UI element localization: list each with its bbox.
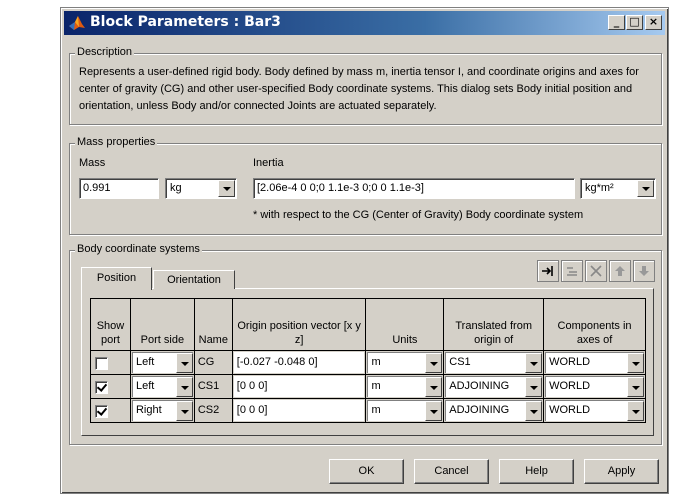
- inertia-field[interactable]: [2.06e-4 0 0;0 1.1e-3 0;0 0 1.1e-3]: [253, 178, 575, 199]
- help-button[interactable]: Help: [499, 459, 574, 484]
- units-select[interactable]: m: [367, 352, 443, 373]
- close-button[interactable]: ×: [645, 15, 662, 30]
- translated-select[interactable]: ADJOINING: [445, 376, 543, 397]
- col-components: Components in axes of: [543, 298, 646, 351]
- components-select[interactable]: WORLD: [545, 400, 644, 421]
- col-origin: Origin position vector [x y z]: [231, 298, 367, 351]
- chevron-down-icon[interactable]: [425, 377, 443, 397]
- chevron-down-icon[interactable]: [218, 180, 235, 197]
- close-icon: [590, 265, 602, 277]
- units-value: m: [371, 404, 381, 416]
- delete-row-button[interactable]: [561, 260, 583, 282]
- window-title: Block Parameters : Bar3: [90, 14, 281, 30]
- title-bar[interactable]: Block Parameters : Bar3 _ □ ×: [64, 11, 665, 35]
- port-side-select[interactable]: Left: [131, 376, 193, 397]
- units-select[interactable]: m: [367, 376, 443, 397]
- inertia-note: * with respect to the CG (Center of Grav…: [253, 209, 584, 221]
- components-select[interactable]: WORLD: [545, 352, 644, 373]
- remove-button[interactable]: [585, 260, 607, 282]
- chevron-down-icon[interactable]: [175, 353, 193, 373]
- port-side-value: Right: [135, 404, 162, 416]
- minimize-button[interactable]: _: [608, 15, 625, 30]
- table-header-row: Show port Port side Name Origin position…: [90, 298, 646, 351]
- translated-select[interactable]: CS1: [445, 352, 543, 373]
- origin-field[interactable]: [0 0 0]: [233, 400, 365, 421]
- table-row: Right CS2 [0 0 0] m ADJOINING WORLD: [90, 398, 646, 423]
- move-down-button[interactable]: [633, 260, 655, 282]
- components-value: WORLD: [549, 404, 591, 416]
- chevron-down-icon[interactable]: [525, 401, 543, 421]
- units-value: m: [371, 356, 381, 368]
- cs-name: CS1: [197, 380, 220, 392]
- components-select[interactable]: WORLD: [545, 376, 644, 397]
- col-name: Name: [193, 298, 233, 351]
- port-side-select[interactable]: Right: [131, 400, 193, 421]
- matlab-logo-icon: [69, 16, 85, 30]
- translated-select[interactable]: ADJOINING: [445, 400, 543, 421]
- body-cs-legend: Body coordinate systems: [75, 243, 202, 255]
- components-value: WORLD: [549, 380, 591, 392]
- components-value: WORLD: [549, 356, 591, 368]
- table-row: Left CS1 [0 0 0] m ADJOINING WORLD: [90, 374, 646, 399]
- port-side-value: Left: [135, 356, 155, 368]
- cs-name: CG: [197, 356, 215, 368]
- inertia-label: Inertia: [253, 157, 284, 169]
- translated-value: ADJOINING: [449, 380, 510, 392]
- chevron-down-icon[interactable]: [525, 377, 543, 397]
- chevron-down-icon[interactable]: [627, 353, 644, 373]
- mass-properties-legend: Mass properties: [75, 136, 158, 148]
- port-side-value: Left: [135, 380, 155, 392]
- col-translated: Translated from origin of: [443, 298, 545, 351]
- chevron-down-icon[interactable]: [425, 401, 443, 421]
- add-cs-button[interactable]: [537, 260, 559, 282]
- units-value: m: [371, 380, 381, 392]
- units-select[interactable]: m: [367, 400, 443, 421]
- show-port-checkbox[interactable]: [95, 405, 108, 418]
- chevron-down-icon[interactable]: [175, 377, 193, 397]
- delete-row-icon: [567, 267, 577, 276]
- mass-properties-group: Mass properties Mass 0.991 kg Inertia [2…: [69, 136, 662, 235]
- table-row: Left CG [-0.027 -0.048 0] m CS1 WORLD: [90, 350, 646, 375]
- move-down-icon: [639, 266, 649, 276]
- col-port-side: Port side: [129, 298, 195, 351]
- translated-value: CS1: [449, 356, 471, 368]
- description-text: Represents a user-defined rigid body. Bo…: [79, 66, 639, 112]
- origin-field[interactable]: [-0.027 -0.048 0]: [233, 352, 365, 373]
- maximize-button[interactable]: □: [626, 15, 643, 30]
- chevron-down-icon[interactable]: [627, 377, 644, 397]
- show-port-checkbox[interactable]: [95, 357, 108, 370]
- mass-unit-select[interactable]: kg: [165, 178, 237, 199]
- cs-table: Show port Port side Name Origin position…: [90, 298, 646, 423]
- cancel-button[interactable]: Cancel: [414, 459, 489, 484]
- chevron-down-icon[interactable]: [525, 353, 543, 373]
- move-up-button[interactable]: [609, 260, 631, 282]
- tab-position[interactable]: Position: [81, 267, 152, 290]
- origin-field[interactable]: [0 0 0]: [233, 376, 365, 397]
- inertia-unit-value: kg*m²: [585, 182, 614, 194]
- translated-value: ADJOINING: [449, 404, 510, 416]
- mass-unit-value: kg: [170, 182, 182, 194]
- chevron-down-icon[interactable]: [425, 353, 443, 373]
- cs-name: CS2: [197, 404, 220, 416]
- add-cs-icon: [542, 266, 553, 276]
- tab-orientation[interactable]: Orientation: [153, 270, 235, 289]
- ok-button[interactable]: OK: [329, 459, 404, 484]
- mass-label: Mass: [79, 157, 106, 169]
- inertia-unit-select[interactable]: kg*m²: [580, 178, 656, 199]
- move-up-icon: [615, 266, 625, 276]
- col-show-port: Show port: [90, 298, 131, 351]
- chevron-down-icon[interactable]: [175, 401, 193, 421]
- chevron-down-icon[interactable]: [637, 180, 654, 197]
- description-group: Description Represents a user-defined ri…: [69, 46, 662, 125]
- description-legend: Description: [75, 46, 135, 58]
- block-parameters-dialog: Block Parameters : Bar3 _ □ × Descriptio…: [60, 7, 669, 494]
- port-side-select[interactable]: Left: [131, 352, 193, 373]
- chevron-down-icon[interactable]: [627, 401, 644, 421]
- show-port-checkbox[interactable]: [95, 381, 108, 394]
- mass-field[interactable]: 0.991: [79, 178, 159, 199]
- col-units: Units: [365, 298, 445, 351]
- apply-button[interactable]: Apply: [584, 459, 659, 484]
